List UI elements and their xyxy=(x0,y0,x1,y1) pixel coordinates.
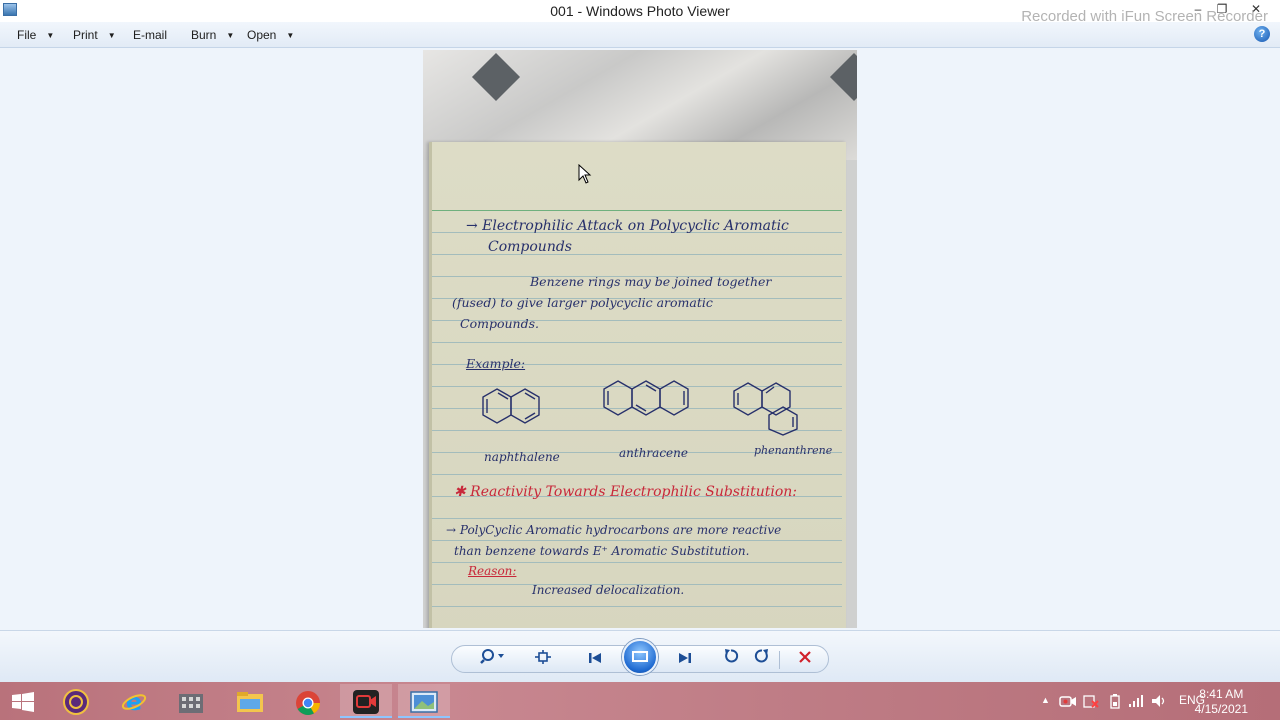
play-slideshow-button[interactable] xyxy=(622,639,658,675)
taskbar-app-building[interactable] xyxy=(166,684,218,718)
note-reason-label: Reason: xyxy=(468,564,517,578)
next-button[interactable] xyxy=(672,646,698,674)
menu-email-label: E-mail xyxy=(133,28,168,42)
network-icon[interactable] xyxy=(1128,694,1144,708)
note-point-line2: than benzene towards E⁺ Aromatic Substit… xyxy=(454,544,750,558)
phenanthrene-label: phenanthrene xyxy=(754,444,833,457)
menu-burn-label: Burn xyxy=(191,28,217,42)
menu-email[interactable]: E-mail xyxy=(133,28,167,42)
note-reason-text: Increased delocalization. xyxy=(532,583,685,597)
phenanthrene-structure xyxy=(733,382,798,436)
menu-file[interactable]: File ▼ xyxy=(17,28,54,42)
menu-file-label: File xyxy=(17,28,37,42)
app-building-icon xyxy=(179,694,203,713)
taskbar-file-explorer[interactable] xyxy=(224,684,276,718)
chevron-down-icon: ▼ xyxy=(107,31,116,40)
internet-explorer-icon: e xyxy=(121,689,147,715)
note-red-heading: ✱ Reactivity Towards Electrophilic Subst… xyxy=(454,484,798,500)
chevron-down-icon: ▼ xyxy=(286,31,295,40)
note-paragraph-line2: (fused) to give larger polycyclic aromat… xyxy=(452,295,713,310)
menu-print[interactable]: Print ▼ xyxy=(73,28,116,42)
menu-bar: File ▼ Print ▼ E-mail Burn ▼ Open ▼ ? xyxy=(0,22,1280,48)
file-explorer-icon xyxy=(237,692,263,712)
windows-taskbar: e ▲ ENG 8:41 AM 4/15/2021 xyxy=(0,682,1280,720)
rotate-clockwise-button[interactable] xyxy=(748,646,776,674)
zoom-button[interactable] xyxy=(474,646,510,674)
viewer-toolbar xyxy=(0,630,1280,682)
next-icon xyxy=(679,653,691,663)
mouse-cursor-icon xyxy=(578,164,592,184)
naphthalene-structure xyxy=(482,388,540,424)
app-circle-icon xyxy=(63,689,89,715)
delete-icon xyxy=(799,651,811,663)
taskbar-photo-viewer[interactable] xyxy=(398,684,450,718)
notebook-margin-line xyxy=(432,210,842,211)
play-slideshow-icon xyxy=(632,651,648,662)
taskbar-chrome[interactable] xyxy=(282,684,334,718)
anthracene-label: anthracene xyxy=(619,446,688,460)
clock-time: 8:41 AM xyxy=(1199,687,1244,701)
note-paragraph-line1: Benzene rings may be joined together xyxy=(530,274,772,289)
zoom-icon xyxy=(480,649,504,664)
previous-button[interactable] xyxy=(582,646,608,674)
chevron-down-icon: ▼ xyxy=(226,31,235,40)
note-heading-line2: Compounds xyxy=(488,239,572,255)
delete-button[interactable] xyxy=(791,646,819,674)
toolbar-divider xyxy=(779,651,780,669)
show-hidden-icons-button[interactable]: ▲ xyxy=(1041,695,1050,705)
chrome-icon xyxy=(296,691,320,716)
clock-date: 4/15/2021 xyxy=(1194,702,1248,716)
note-heading-line1: → Electrophilic Attack on Polycyclic Aro… xyxy=(466,218,789,234)
actual-size-icon xyxy=(535,650,551,664)
displayed-photo: → Electrophilic Attack on Polycyclic Aro… xyxy=(423,50,857,628)
naphthalene-label: naphthalene xyxy=(484,450,560,464)
svg-text:e: e xyxy=(126,689,142,715)
note-point-line1: → PolyCyclic Aromatic hydrocarbons are m… xyxy=(446,523,782,537)
title-bar: 001 - Windows Photo Viewer – ❐ ✕ Recorde… xyxy=(0,0,1280,25)
note-example-label: Example: xyxy=(466,356,526,371)
menu-print-label: Print xyxy=(73,28,98,42)
previous-icon xyxy=(589,653,601,663)
screen-recorder-icon xyxy=(353,690,379,714)
note-paragraph-line3: Compounds. xyxy=(460,316,539,331)
menu-open[interactable]: Open ▼ xyxy=(247,28,294,42)
security-tray-icon[interactable] xyxy=(1083,694,1099,709)
menu-open-label: Open xyxy=(247,28,277,42)
start-icon xyxy=(12,692,34,712)
start-button[interactable] xyxy=(0,684,46,718)
rotate-clockwise-icon xyxy=(754,649,768,663)
taskbar-clock[interactable]: 8:41 AM 4/15/2021 xyxy=(1195,687,1248,717)
taskbar-internet-explorer[interactable]: e xyxy=(108,684,160,718)
taskbar-app-circle[interactable] xyxy=(50,684,102,718)
chevron-down-icon: ▼ xyxy=(46,31,55,40)
anthracene-structure xyxy=(603,380,689,416)
volume-icon[interactable] xyxy=(1151,694,1167,708)
battery-icon[interactable] xyxy=(1109,693,1121,709)
photo-viewer-icon xyxy=(410,691,438,713)
screen-recorder-tray-icon[interactable] xyxy=(1059,695,1077,708)
notebook-page: → Electrophilic Attack on Polycyclic Aro… xyxy=(429,142,846,628)
menu-burn[interactable]: Burn ▼ xyxy=(191,28,234,42)
image-viewer-area: → Electrophilic Attack on Polycyclic Aro… xyxy=(0,48,1280,630)
taskbar-screen-recorder[interactable] xyxy=(340,684,392,718)
help-icon[interactable]: ? xyxy=(1254,26,1270,42)
actual-size-button[interactable] xyxy=(529,646,557,674)
rotate-counterclockwise-button[interactable] xyxy=(717,646,745,674)
rotate-counterclockwise-icon xyxy=(725,649,739,663)
